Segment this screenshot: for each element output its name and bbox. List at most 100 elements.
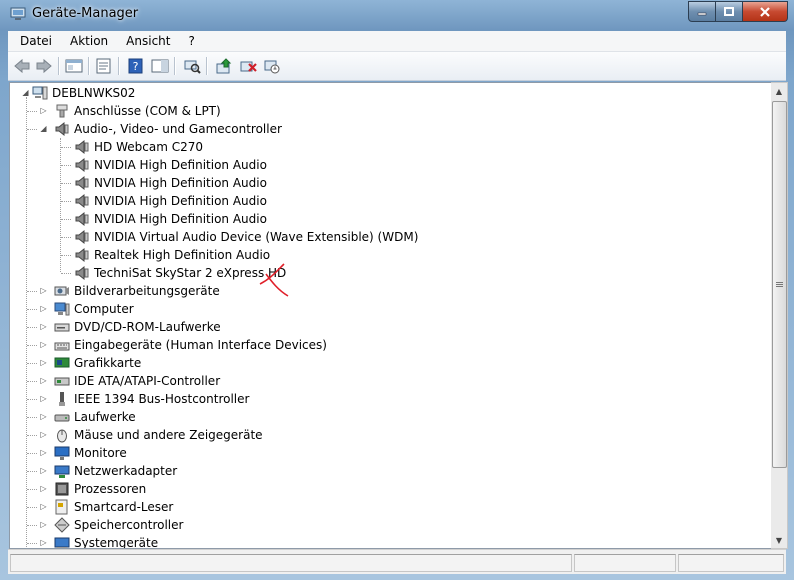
vertical-scrollbar[interactable]: ▲ ▼ bbox=[771, 82, 788, 549]
tree-device-label: NVIDIA Virtual Audio Device (Wave Extens… bbox=[94, 230, 419, 244]
device-manager-window: Geräte-Manager Datei Aktion Ansicht ? ? … bbox=[0, 0, 794, 580]
expand-arrow-icon[interactable]: ▷ bbox=[39, 358, 48, 367]
tree-device-item[interactable]: NVIDIA Virtual Audio Device (Wave Extens… bbox=[74, 228, 418, 246]
expand-arrow-icon[interactable]: ▷ bbox=[39, 322, 48, 331]
maximize-icon bbox=[724, 6, 734, 16]
red-annotation-mark bbox=[259, 263, 289, 297]
close-button[interactable] bbox=[743, 1, 788, 22]
tree-category-5[interactable]: ▷ Eingabegeräte (Human Interface Devices) bbox=[40, 336, 327, 354]
uninstall-device-button[interactable] bbox=[238, 56, 258, 76]
disable-device-button[interactable] bbox=[262, 56, 282, 76]
tree-category-15[interactable]: ▷ Speichercontroller bbox=[40, 516, 183, 534]
tree-category-0[interactable]: ▷ Anschlüsse (COM & LPT) bbox=[39, 102, 221, 120]
title-bar[interactable]: Geräte-Manager bbox=[0, 0, 794, 30]
disk-drive-icon bbox=[54, 414, 70, 422]
menu-bar: Datei Aktion Ansicht ? bbox=[8, 31, 786, 52]
expand-arrow-icon[interactable]: ▷ bbox=[39, 520, 48, 529]
smartcard-icon bbox=[55, 499, 68, 515]
computer-icon bbox=[54, 302, 70, 316]
expand-arrow-icon[interactable]: ▷ bbox=[39, 466, 48, 475]
tree-device-item[interactable]: NVIDIA High Definition Audio bbox=[74, 174, 267, 192]
expand-arrow-icon[interactable]: ▷ bbox=[39, 340, 48, 349]
update-driver-button[interactable] bbox=[214, 56, 234, 76]
scan-hardware-button[interactable] bbox=[182, 56, 202, 76]
menu-ansicht[interactable]: Ansicht bbox=[120, 34, 176, 48]
tree-device-label: NVIDIA High Definition Audio bbox=[94, 212, 267, 226]
expand-arrow-icon[interactable]: ▷ bbox=[39, 538, 48, 547]
minimize-icon bbox=[697, 12, 707, 15]
expand-arrow-icon[interactable]: ▷ bbox=[39, 484, 48, 493]
tree-category-1[interactable]: ◢ Audio-, Video- und Gamecontroller bbox=[40, 120, 282, 138]
tree-device-label: HD Webcam C270 bbox=[94, 140, 203, 154]
tree-category-label: Systemgeräte bbox=[74, 536, 159, 549]
expand-arrow-icon[interactable]: ▷ bbox=[39, 448, 48, 457]
tree-device-item[interactable]: Realtek High Definition Audio bbox=[74, 246, 270, 264]
tree-category-label: IDE ATA/ATAPI-Controller bbox=[74, 374, 221, 388]
tree-category-14[interactable]: ▷ Smartcard-Leser bbox=[40, 498, 173, 516]
forward-button[interactable] bbox=[34, 56, 54, 76]
scroll-down-arrow-icon[interactable]: ▼ bbox=[771, 532, 787, 548]
tree-category-4[interactable]: ▷ DVD/CD-ROM-Laufwerke bbox=[39, 318, 220, 336]
device-manager-icon bbox=[10, 7, 26, 20]
tree-category-3[interactable]: ▷ Computer bbox=[39, 300, 133, 318]
expand-arrow-icon[interactable]: ▷ bbox=[39, 376, 48, 385]
show-panel-button[interactable] bbox=[150, 56, 170, 76]
collapse-arrow-icon[interactable]: ◢ bbox=[39, 124, 48, 133]
tree-category-12[interactable]: ▷ Netzwerkadapter bbox=[40, 462, 177, 480]
menu-help[interactable]: ? bbox=[182, 34, 200, 48]
update-driver-icon bbox=[216, 58, 232, 74]
expand-arrow-icon[interactable]: ▷ bbox=[39, 412, 48, 421]
tree-category-9[interactable]: ▷ Laufwerke bbox=[39, 408, 135, 426]
tree-category-label: Bildverarbeitungsgeräte bbox=[74, 284, 220, 298]
console-tree-icon bbox=[65, 59, 83, 73]
back-button[interactable] bbox=[12, 56, 32, 76]
tree-category-2[interactable]: ▷ Bildverarbeitungsgeräte bbox=[39, 282, 220, 300]
tree-device-item[interactable]: NVIDIA High Definition Audio bbox=[74, 192, 267, 210]
tree-device-item[interactable]: NVIDIA High Definition Audio bbox=[74, 156, 267, 174]
monitor-icon bbox=[54, 446, 70, 460]
scrollbar-thumb[interactable] bbox=[772, 101, 787, 468]
tree-device-label: NVIDIA High Definition Audio bbox=[94, 194, 267, 208]
menu-aktion[interactable]: Aktion bbox=[64, 34, 114, 48]
expand-arrow-icon[interactable]: ▷ bbox=[39, 430, 48, 439]
network-adapter-icon bbox=[54, 465, 70, 478]
tree-device-item[interactable]: NVIDIA High Definition Audio bbox=[74, 210, 267, 228]
firewire-icon bbox=[59, 392, 65, 406]
tree-category-label: Anschlüsse (COM & LPT) bbox=[74, 104, 221, 118]
audio-device-icon bbox=[75, 247, 89, 263]
tree-category-6[interactable]: ▷ Grafikkarte bbox=[40, 354, 141, 372]
show-hide-console-tree-button[interactable] bbox=[64, 56, 84, 76]
menu-datei[interactable]: Datei bbox=[14, 34, 58, 48]
expand-arrow-icon[interactable]: ▷ bbox=[39, 394, 48, 403]
expand-arrow-icon[interactable]: ▷ bbox=[39, 304, 48, 313]
scan-hardware-icon bbox=[184, 60, 201, 74]
tree-category-8[interactable]: ▷ IEEE 1394 Bus-Hostcontroller bbox=[40, 390, 249, 408]
status-bar bbox=[8, 549, 786, 574]
tree-category-11[interactable]: ▷ Monitore bbox=[40, 444, 127, 462]
tree-category-13[interactable]: ▷ Prozessoren bbox=[40, 480, 146, 498]
tree-device-item[interactable]: TechniSat SkyStar 2 eXpress HD bbox=[74, 264, 286, 282]
expand-arrow-icon[interactable]: ▷ bbox=[39, 502, 48, 511]
tree-category-label: Prozessoren bbox=[74, 482, 147, 496]
expand-arrow-icon[interactable]: ▷ bbox=[39, 106, 48, 115]
help-button[interactable]: ? bbox=[126, 56, 146, 76]
maximize-button[interactable] bbox=[716, 1, 743, 22]
minimize-button[interactable] bbox=[688, 1, 716, 22]
tree-category-label: Netzwerkadapter bbox=[74, 464, 178, 478]
disable-device-icon bbox=[264, 60, 280, 74]
audio-device-icon bbox=[75, 229, 89, 245]
tree-root[interactable]: ◢ DEBLNWKS02 bbox=[20, 84, 135, 102]
collapse-arrow-icon[interactable]: ◢ bbox=[21, 88, 30, 97]
scroll-up-arrow-icon[interactable]: ▲ bbox=[771, 83, 787, 99]
device-tree-pane[interactable]: ◢ DEBLNWKS02 ▷ Anschlüsse (COM & LPT) ◢ Aud… bbox=[9, 82, 773, 549]
properties-view-button[interactable] bbox=[94, 56, 114, 76]
tree-device-item[interactable]: HD Webcam C270 bbox=[74, 138, 203, 156]
expand-arrow-icon[interactable]: ▷ bbox=[39, 286, 48, 295]
tree-category-16[interactable]: ▷ Systemgeräte bbox=[39, 534, 159, 549]
processor-icon bbox=[55, 482, 69, 496]
audio-device-icon bbox=[75, 157, 89, 173]
tree-category-10[interactable]: ▷ Mäuse und andere Zeigegeräte bbox=[40, 426, 263, 444]
mouse-icon bbox=[57, 429, 67, 443]
tree-root-label: DEBLNWKS02 bbox=[52, 86, 136, 100]
tree-category-7[interactable]: ▷ IDE ATA/ATAPI-Controller bbox=[40, 372, 220, 390]
